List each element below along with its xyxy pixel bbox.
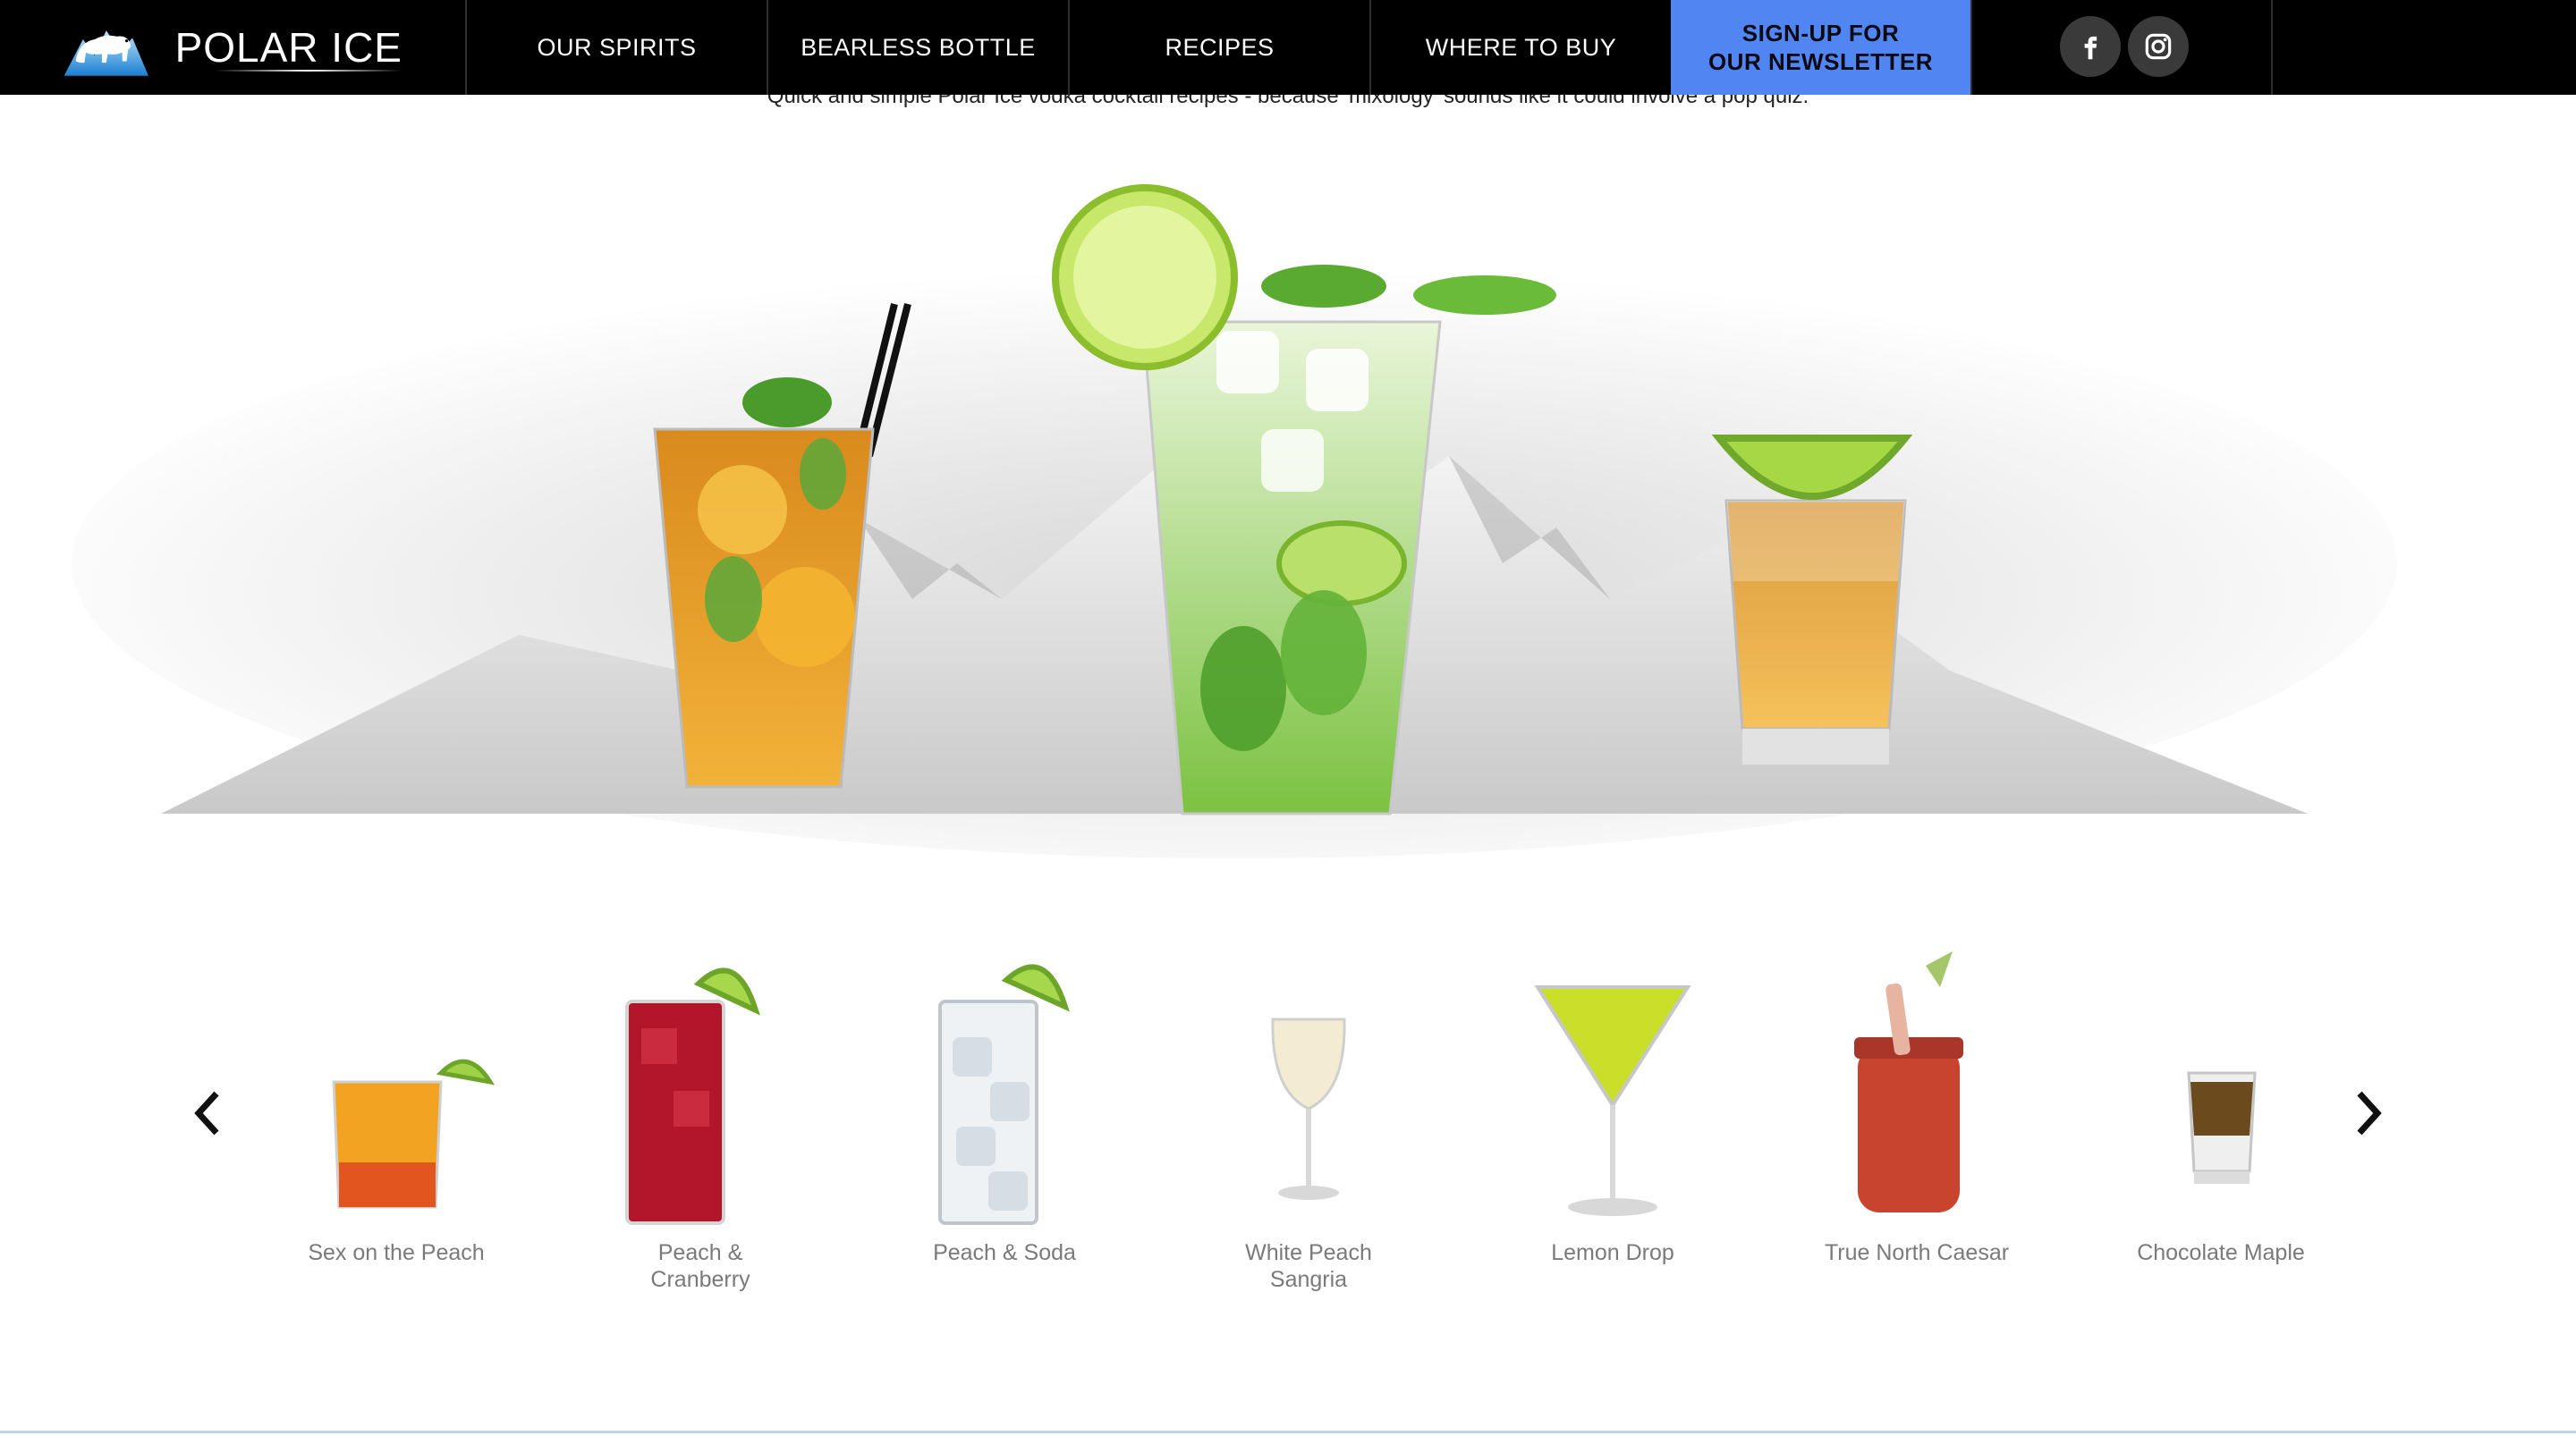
nav-where-to-buy-label: WHERE TO BUY — [1425, 33, 1617, 61]
recipe-label: Lemon Drop — [1551, 1240, 1674, 1265]
martini-glass-icon — [1534, 985, 1691, 1216]
recipe-card-peach-cranberry[interactable]: Peach & Cranberry — [566, 948, 835, 1292]
carousel-prev-arrow-icon[interactable] — [181, 1082, 234, 1145]
nav-recipes[interactable]: RECIPES — [1068, 0, 1369, 95]
nav-our-spirits-label: OUR SPIRITS — [537, 33, 697, 61]
highball-soda-icon — [938, 964, 1070, 1225]
hero-cocktails-image — [72, 184, 2397, 858]
polar-bear-icon — [64, 30, 148, 76]
polar-ice-logo[interactable]: POLAR ICE — [63, 9, 402, 86]
social-links — [1970, 0, 2273, 95]
nav-our-spirits[interactable]: OUR SPIRITS — [465, 0, 767, 95]
nav-bearless-bottle[interactable]: BEARLESS BOTTLE — [767, 0, 1068, 95]
rocks-glass-orange-icon — [332, 1059, 496, 1209]
signup-line-1: SIGN-UP FOR — [1741, 20, 1900, 46]
mason-jar-caesar-icon — [1854, 951, 1963, 1212]
site-header: POLAR ICE OUR SPIRITS BEARLESS BOTTLE RE… — [0, 0, 2576, 95]
highball-cranberry-icon — [625, 967, 760, 1225]
brand-name: POLAR ICE — [174, 24, 402, 71]
instagram-icon[interactable] — [2128, 16, 2189, 77]
recipe-label: White Peach Sangria — [1245, 1240, 1372, 1292]
recipe-label: Peach & Cranberry — [650, 1240, 750, 1292]
logo-swoosh — [215, 70, 402, 72]
recipe-card-peach-soda[interactable]: Peach & Soda — [870, 948, 1139, 1288]
nav-recipes-label: RECIPES — [1165, 33, 1275, 61]
facebook-icon[interactable] — [2060, 16, 2121, 77]
recipe-card-true-north-caesar[interactable]: True North Caesar — [1783, 948, 2051, 1288]
recipe-card-sex-on-the-peach[interactable]: Sex on the Peach — [262, 948, 530, 1288]
newsletter-signup-button[interactable]: SIGN-UP FOR OUR NEWSLETTER — [1671, 0, 1970, 95]
recipe-label: Peach & Soda — [933, 1240, 1076, 1265]
nav-bearless-bottle-label: BEARLESS BOTTLE — [801, 33, 1036, 61]
signup-line-2: OUR NEWSLETTER — [1707, 48, 1934, 75]
recipe-card-chocolate-maple[interactable]: Chocolate Maple — [2087, 948, 2355, 1288]
wine-glass-sangria-icon — [1271, 1018, 1346, 1200]
footer-divider — [0, 1431, 2576, 1433]
main-nav: OUR SPIRITS BEARLESS BOTTLE RECIPES WHER… — [465, 0, 1970, 95]
recipe-label: True North Caesar — [1824, 1240, 2010, 1265]
shot-glass-icon — [2187, 1071, 2257, 1184]
nav-where-to-buy[interactable]: WHERE TO BUY — [1369, 0, 1671, 95]
recipe-carousel: Sex on the Peach Peach & Cranberry Peach… — [0, 930, 2576, 1292]
recipe-label: Sex on the Peach — [308, 1240, 485, 1265]
recipe-card-lemon-drop[interactable]: Lemon Drop — [1479, 948, 1747, 1288]
recipe-label: Chocolate Maple — [2137, 1240, 2305, 1265]
recipe-card-white-peach-sangria[interactable]: White Peach Sangria — [1174, 948, 1443, 1292]
